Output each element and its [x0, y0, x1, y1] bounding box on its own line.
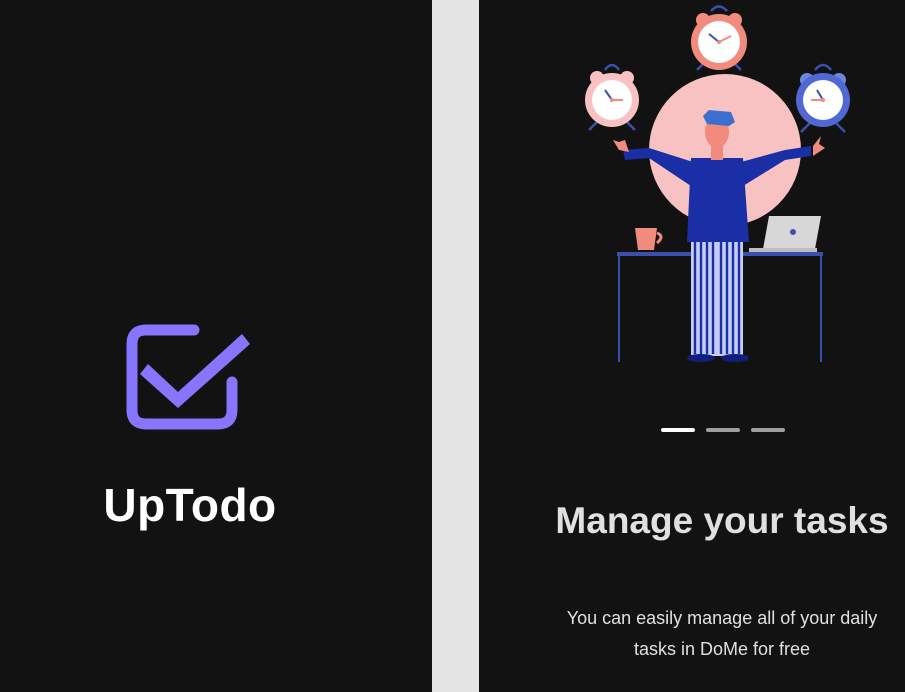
- onboarding-title: Manage your tasks: [555, 500, 889, 541]
- page-indicator-dot-3[interactable]: [751, 428, 785, 432]
- screens-preview: UpTodo Manage your tasks You can easily …: [0, 0, 905, 692]
- app-name: UpTodo: [103, 479, 277, 531]
- page-indicator: [661, 428, 785, 432]
- onboarding-description: You can easily manage all of your daily …: [566, 608, 878, 659]
- page-indicator-dot-1[interactable]: [661, 428, 695, 432]
- onboarding-illustration: [585, 5, 850, 362]
- page-indicator-dot-2[interactable]: [706, 428, 740, 432]
- splash-screen: UpTodo: [0, 0, 432, 692]
- onboarding-screen[interactable]: Manage your tasks You can easily manage …: [479, 0, 905, 692]
- checkbox-checked-icon: [126, 324, 250, 430]
- screen-divider: [432, 0, 479, 692]
